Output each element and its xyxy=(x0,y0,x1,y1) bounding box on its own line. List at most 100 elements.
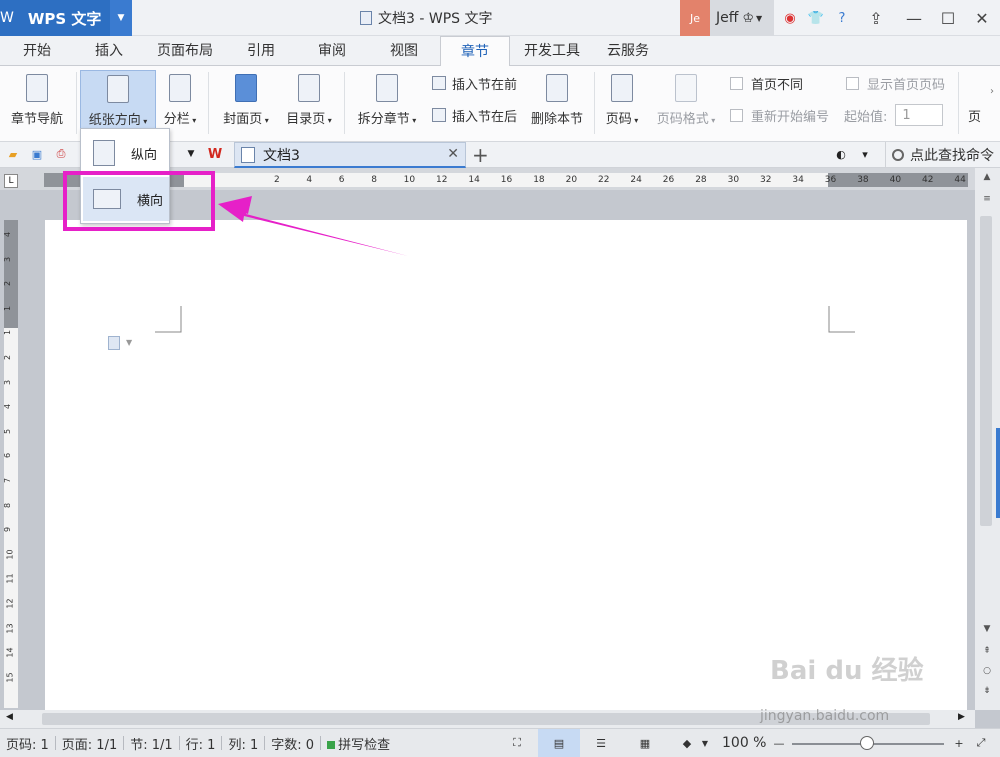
skin-color-icon[interactable]: ◉ xyxy=(780,8,800,28)
ribbon-scroll-right-icon[interactable]: › xyxy=(990,86,994,97)
tab-stop-selector[interactable]: L xyxy=(4,174,18,188)
tab-review[interactable]: 审阅 xyxy=(296,36,368,66)
minimize-button[interactable]: — xyxy=(898,0,930,36)
ruler-tick-label: 4 xyxy=(306,175,313,185)
search-icon xyxy=(892,149,904,161)
ruler-tick-label: 8 xyxy=(371,175,377,185)
insert-section-after-button[interactable]: 插入节在后 xyxy=(432,104,517,126)
portrait-option[interactable]: 纵向 xyxy=(83,131,169,175)
chevron-down-icon[interactable]: ▼ xyxy=(110,0,132,36)
checkbox-icon[interactable] xyxy=(730,76,743,90)
close-button[interactable]: ✕ xyxy=(966,0,998,36)
split-section-button[interactable]: 拆分章节 ▾ xyxy=(350,70,424,136)
ruler-tick-label: 12 xyxy=(436,175,448,185)
ruler-tick-label: 44 xyxy=(954,175,966,185)
ruler-tick-label: 14 xyxy=(468,175,480,185)
scroll-thumb[interactable] xyxy=(980,216,992,526)
zoom-out-icon[interactable]: — xyxy=(770,735,788,751)
fit-window-icon[interactable]: ⤢ xyxy=(972,735,990,751)
app-menu-button[interactable]: W WPS 文字 ▼ xyxy=(0,0,132,36)
scroll-up-icon[interactable]: ▲ xyxy=(978,172,996,186)
scroll-right-icon[interactable]: ▶ xyxy=(958,712,965,722)
paste-options-icon[interactable] xyxy=(108,336,120,350)
split-view-icon[interactable]: ≡ xyxy=(978,194,996,208)
zoom-level[interactable]: 100 % xyxy=(722,735,766,751)
find-command-box[interactable]: 点此查找命令 xyxy=(885,142,994,168)
wps-home-icon[interactable]: W xyxy=(208,147,222,162)
first-page-different-checkbox[interactable]: 首页不同 xyxy=(730,72,803,94)
status-word-count[interactable]: 字数: 0 xyxy=(271,734,314,753)
maximize-button[interactable]: ☐ xyxy=(932,0,964,36)
help-icon[interactable]: ? xyxy=(832,8,852,28)
checkbox-icon xyxy=(846,76,859,90)
ruler-tick-label: 3 xyxy=(3,256,13,262)
ruler-tick-label: 2 xyxy=(3,354,13,361)
tab-references[interactable]: 引用 xyxy=(226,36,296,66)
close-icon[interactable]: ✕ xyxy=(447,146,459,162)
eye-protection-icon[interactable]: ◆ xyxy=(678,735,696,751)
chevron-down-icon[interactable]: ▼ xyxy=(696,735,714,751)
upload-icon[interactable]: ⇪ xyxy=(860,0,892,36)
web-view-icon[interactable]: ▦ xyxy=(636,735,654,751)
insert-section-before-label: 插入节在前 xyxy=(452,77,518,93)
export-pdf-icon[interactable]: ⎙ xyxy=(54,147,68,161)
header-footer-button[interactable]: 页 xyxy=(968,106,981,125)
add-tab-icon[interactable]: + xyxy=(472,143,489,167)
ruler-tick-label: 13 xyxy=(5,623,15,634)
fullscreen-icon[interactable]: ⛶ xyxy=(508,735,526,751)
section-nav-button[interactable]: 章节导航 xyxy=(4,70,70,136)
download-icon[interactable]: ▾ xyxy=(858,147,872,161)
ruler-tick-label: 8 xyxy=(3,502,13,508)
ruler-tick-label: 18 xyxy=(533,175,545,185)
browse-object-icon[interactable]: ○ xyxy=(978,666,996,680)
delete-section-icon xyxy=(546,74,568,102)
orientation-button[interactable]: 纸张方向 ▾ xyxy=(80,70,156,136)
outline-view-icon[interactable]: ☰ xyxy=(592,735,610,751)
chevron-down-icon[interactable]: ▼ xyxy=(126,338,132,347)
status-page: 页面: 1/1 xyxy=(61,737,118,753)
tab-insert[interactable]: 插入 xyxy=(74,36,144,66)
cover-page-button[interactable]: 封面页 ▾ xyxy=(216,70,276,136)
document-page[interactable] xyxy=(45,220,967,710)
tab-view[interactable]: 视图 xyxy=(368,36,440,66)
delete-section-button[interactable]: 删除本节 xyxy=(526,70,588,136)
ruler-tick-label: 22 xyxy=(598,175,610,185)
zoom-in-icon[interactable]: + xyxy=(950,735,968,751)
tab-section[interactable]: 章节 xyxy=(440,36,510,67)
page-view-button[interactable]: ▤ xyxy=(538,729,580,757)
backup-icon[interactable]: ◐ xyxy=(834,147,848,161)
separator xyxy=(123,736,125,750)
tab-developer[interactable]: 开发工具 xyxy=(510,36,594,66)
toc-page-button[interactable]: 目录页 ▾ xyxy=(278,70,340,136)
avatar[interactable]: Je xyxy=(680,0,710,36)
vertical-ruler[interactable]: 4 3 2 1 1 2 3 4 5 6 7 8 9 10 11 12 13 14 15 xyxy=(3,220,18,708)
find-command-label: 点此查找命令 xyxy=(910,148,994,164)
start-value-input[interactable]: 1 xyxy=(895,104,944,126)
previous-page-icon[interactable]: ⇞ xyxy=(978,646,996,660)
shirt-icon[interactable]: 👕 xyxy=(806,8,826,28)
tab-start[interactable]: 开始 xyxy=(0,36,74,66)
open-folder-icon[interactable]: ▰ xyxy=(6,147,20,161)
tab-page-layout[interactable]: 页面布局 xyxy=(144,36,226,66)
user-name[interactable]: Jeff ♔ ▼ xyxy=(710,0,774,36)
save-icon[interactable]: ▣ xyxy=(30,147,44,161)
cover-page-label: 封面页 ▾ xyxy=(223,112,269,127)
user-area: Je Jeff ♔ ▼ ◉ 👕 ? xyxy=(680,0,852,36)
zoom-slider-handle[interactable] xyxy=(860,736,874,750)
chevron-down-icon[interactable]: ▼ xyxy=(184,147,198,161)
scroll-down-icon[interactable]: ▼ xyxy=(978,624,996,638)
first-page-different-label: 首页不同 xyxy=(751,77,804,93)
page-number-button[interactable]: 页码 ▾ xyxy=(600,70,644,136)
watermark-url: jingyan.baidu.com xyxy=(760,708,890,724)
scroll-left-icon[interactable]: ◀ xyxy=(6,712,13,722)
next-page-icon[interactable]: ⇟ xyxy=(978,686,996,700)
side-panel-tab[interactable] xyxy=(996,428,1000,518)
insert-section-before-button[interactable]: 插入节在前 xyxy=(432,72,517,94)
highlight-annotation xyxy=(63,171,215,231)
spell-check-button[interactable]: 拼写检查 xyxy=(327,734,390,753)
portrait-label: 纵向 xyxy=(131,147,158,163)
document-tab[interactable]: 文档3 ✕ xyxy=(234,142,466,168)
tab-cloud[interactable]: 云服务 xyxy=(594,36,662,66)
toc-page-label-text: 目录页 xyxy=(286,112,326,127)
columns-button[interactable]: 分栏 ▾ xyxy=(158,70,202,136)
